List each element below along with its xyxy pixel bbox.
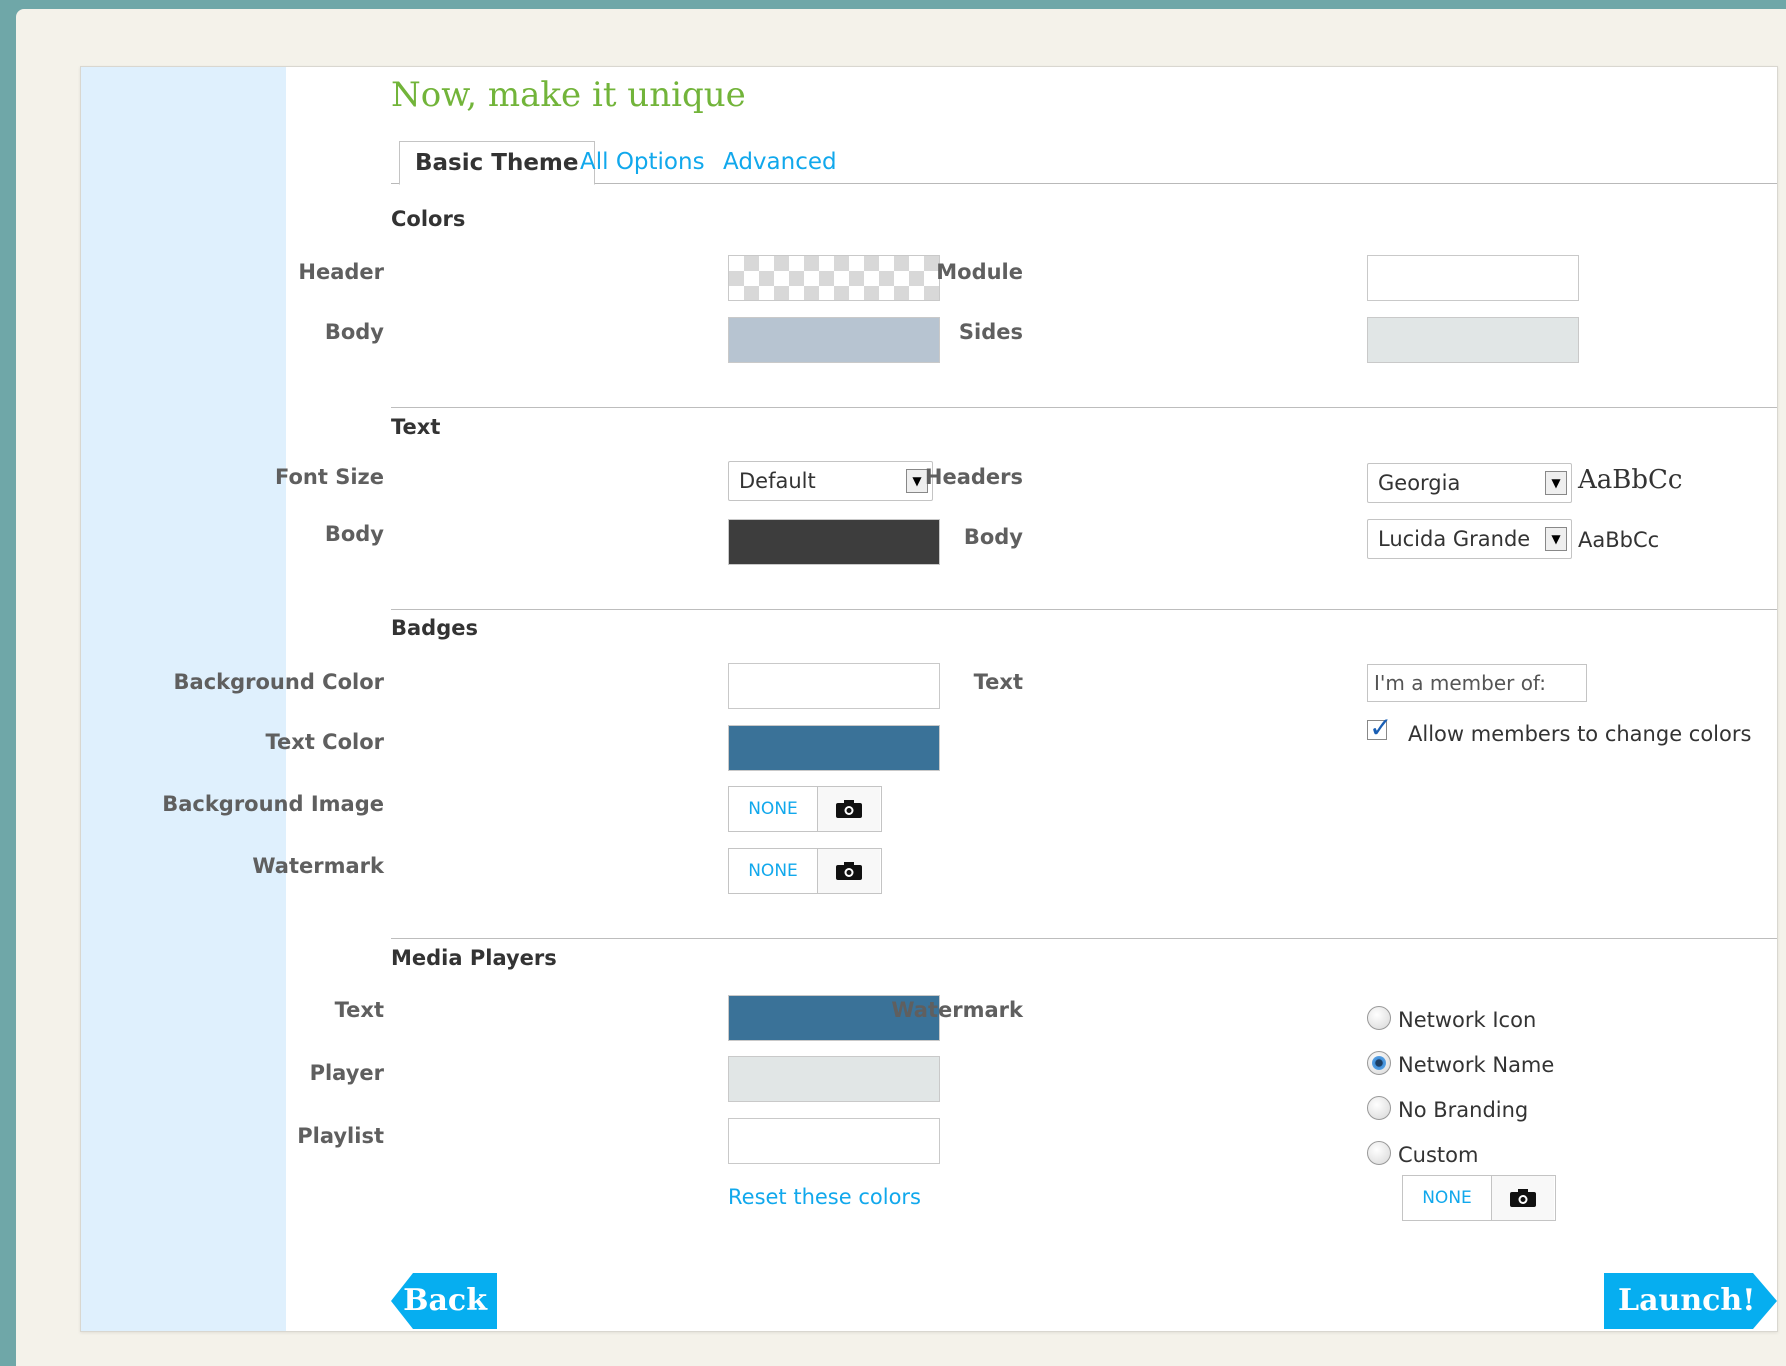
badge-bg-image-picker: NONE xyxy=(728,786,882,832)
reset-colors-link[interactable]: Reset these colors xyxy=(728,1185,921,1209)
main-content: Now, make it unique Basic Theme All Opti… xyxy=(162,67,1777,1331)
headers-font-sample: AaBbCc xyxy=(1578,465,1683,495)
allow-change-colors-label: Allow members to change colors xyxy=(1408,722,1752,746)
badge-text-color-swatch[interactable] xyxy=(728,725,940,771)
header-color-label: Header xyxy=(298,260,384,284)
media-playlist-color-swatch[interactable] xyxy=(728,1118,940,1164)
header-color-swatch[interactable] xyxy=(728,255,940,301)
badge-text-label: Text xyxy=(973,670,1023,694)
allow-change-colors-row: ✓ Allow members to change colors xyxy=(1367,711,1751,746)
radio-label: Custom xyxy=(1398,1143,1479,1167)
media-player-color-label: Player xyxy=(309,1061,384,1085)
divider xyxy=(391,938,1777,939)
divider xyxy=(391,609,1777,610)
section-title-colors: Colors xyxy=(391,207,466,231)
headers-font-select[interactable]: Georgia ▼ xyxy=(1367,463,1572,503)
tab-advanced[interactable]: Advanced xyxy=(723,141,837,183)
sides-color-label: Sides xyxy=(958,320,1023,344)
badge-watermark-picker: NONE xyxy=(728,848,882,894)
camera-icon[interactable] xyxy=(1492,1176,1554,1220)
sidebar xyxy=(81,67,286,1331)
settings-card: Now, make it unique Basic Theme All Opti… xyxy=(80,66,1778,1332)
media-watermark-none-button[interactable]: NONE xyxy=(1403,1176,1492,1220)
body-font-value: Lucida Grande xyxy=(1378,527,1531,551)
body-font-label: Body xyxy=(963,525,1023,549)
font-size-value: Default xyxy=(739,469,816,493)
media-player-color-swatch[interactable] xyxy=(728,1056,940,1102)
camera-icon[interactable] xyxy=(818,787,880,831)
media-text-color-label: Text xyxy=(334,998,384,1022)
radio-label: Network Icon xyxy=(1398,1008,1537,1032)
font-size-label: Font Size xyxy=(274,465,384,489)
radio-label: No Branding xyxy=(1398,1098,1529,1122)
media-watermark-label: Watermark xyxy=(891,998,1023,1022)
chevron-down-icon: ▼ xyxy=(1545,471,1567,495)
radio-label: Network Name xyxy=(1398,1053,1555,1077)
tab-bar: Basic Theme All Options Advanced xyxy=(391,141,1777,185)
radio-custom[interactable] xyxy=(1367,1141,1391,1165)
badge-watermark-label: Watermark xyxy=(252,854,384,878)
launch-button[interactable]: Launch! xyxy=(1604,1273,1777,1329)
checkmark-icon: ✓ xyxy=(1369,711,1393,744)
body-color-label: Body xyxy=(324,320,384,344)
section-title-text: Text xyxy=(391,415,441,439)
badge-watermark-none-button[interactable]: NONE xyxy=(729,849,818,893)
badge-bg-image-label: Background Image xyxy=(162,792,384,816)
section-title-media-players: Media Players xyxy=(391,946,557,970)
media-custom-watermark-picker: NONE xyxy=(1402,1175,1556,1221)
headers-font-label: Headers xyxy=(924,465,1023,489)
headers-font-value: Georgia xyxy=(1378,471,1461,495)
body-color-swatch[interactable] xyxy=(728,317,940,363)
badge-bg-color-label: Background Color xyxy=(173,670,384,694)
chevron-down-icon: ▼ xyxy=(1545,527,1567,551)
badge-bg-color-swatch[interactable] xyxy=(728,663,940,709)
radio-network-icon[interactable] xyxy=(1367,1006,1391,1030)
radio-network-name[interactable] xyxy=(1367,1051,1391,1075)
font-size-select[interactable]: Default ▼ xyxy=(728,461,933,501)
back-button[interactable]: Back xyxy=(391,1273,497,1329)
body-text-color-swatch[interactable] xyxy=(728,519,940,565)
page-title: Now, make it unique xyxy=(391,75,746,115)
module-color-swatch[interactable] xyxy=(1367,255,1579,301)
media-playlist-color-label: Playlist xyxy=(297,1124,384,1148)
section-title-badges: Badges xyxy=(391,616,478,640)
radio-no-branding[interactable] xyxy=(1367,1096,1391,1120)
badge-text-color-label: Text Color xyxy=(265,730,385,754)
badge-text-input[interactable] xyxy=(1367,664,1587,702)
divider xyxy=(391,407,1777,408)
body-font-sample: AaBbCc xyxy=(1578,528,1660,552)
tab-all-options[interactable]: All Options xyxy=(580,141,705,183)
tab-basic-theme[interactable]: Basic Theme xyxy=(399,141,595,185)
module-color-label: Module xyxy=(936,260,1023,284)
page-background: Now, make it unique Basic Theme All Opti… xyxy=(16,9,1786,1366)
allow-change-colors-checkbox[interactable]: ✓ xyxy=(1367,711,1392,744)
badge-bg-image-none-button[interactable]: NONE xyxy=(729,787,818,831)
camera-icon[interactable] xyxy=(818,849,880,893)
body-font-select[interactable]: Lucida Grande ▼ xyxy=(1367,519,1572,559)
sides-color-swatch[interactable] xyxy=(1367,317,1579,363)
body-text-color-label: Body xyxy=(324,522,384,546)
